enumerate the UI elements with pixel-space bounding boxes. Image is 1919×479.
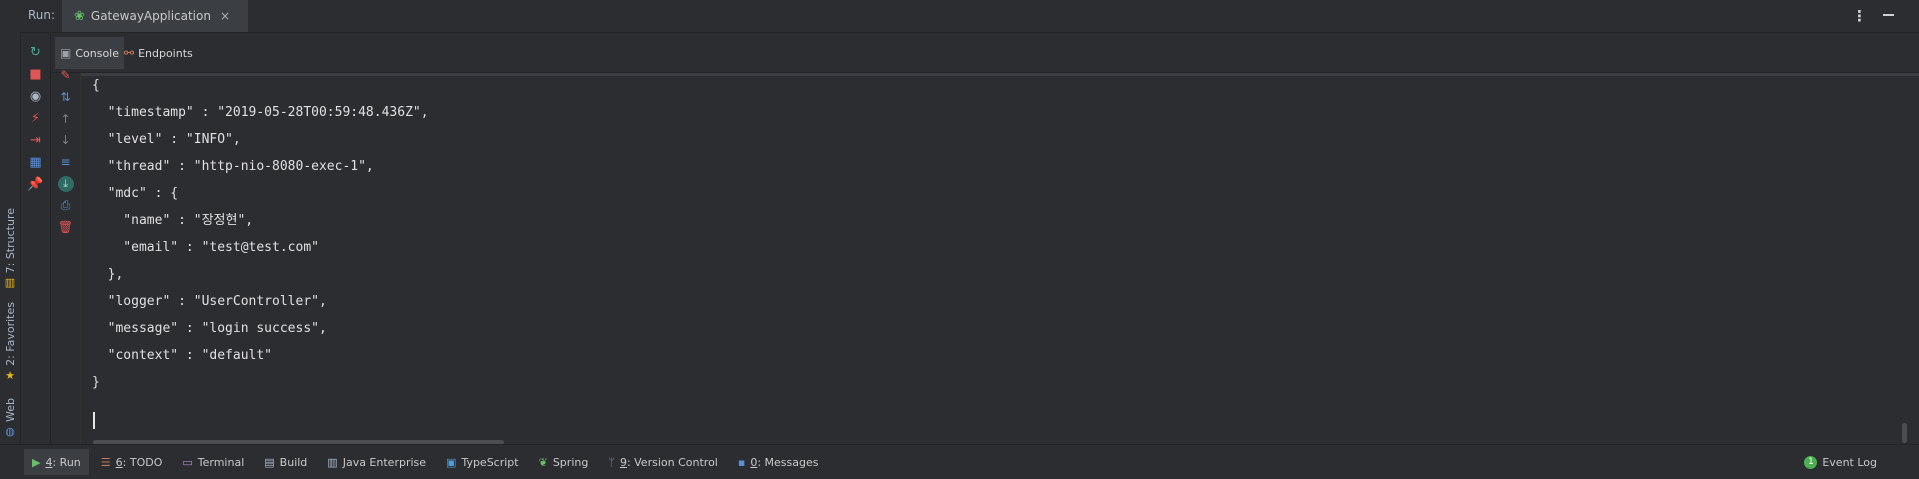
console-icon: ▣ bbox=[60, 46, 72, 60]
tool-button-label: : Run bbox=[52, 455, 81, 469]
more-options-icon[interactable]: ⋮ bbox=[1852, 7, 1867, 25]
soft-wrap-icon[interactable]: ≡ bbox=[51, 150, 80, 174]
run-config-tab[interactable]: ❀ GatewayApplication × bbox=[62, 0, 248, 32]
console-top-divider bbox=[81, 73, 1919, 76]
tool-button-label: Spring bbox=[552, 455, 589, 469]
console-line: "context" : "default" bbox=[92, 348, 273, 363]
endpoints-icon: ⚯ bbox=[124, 46, 135, 60]
run-label: Run: bbox=[28, 8, 56, 22]
print-icon[interactable]: ⎙ bbox=[51, 193, 80, 217]
layout-icon[interactable]: ▦ bbox=[21, 151, 50, 173]
text-caret bbox=[93, 412, 95, 429]
tool-button-label: Java Enterprise bbox=[342, 455, 427, 469]
minimize-icon[interactable] bbox=[1883, 14, 1894, 16]
tool-button-label: : Messages bbox=[757, 455, 819, 469]
console-line: "message" : "login success", bbox=[92, 321, 327, 336]
version-control-icon: ᛘ bbox=[608, 455, 615, 469]
event-log-button[interactable]: 1 Event Log bbox=[1796, 449, 1885, 475]
tool-button-mnemonic: 9 bbox=[619, 455, 627, 469]
java-enterprise-icon: ▥ bbox=[327, 455, 338, 469]
structure-icon: ▥ bbox=[4, 276, 16, 290]
structure-tab[interactable]: 7: Structure ▥ bbox=[0, 208, 20, 289]
left-tool-strip: 7: Structure ▥ 2: Favorites ★ Web ◍ bbox=[0, 0, 21, 444]
tool-button-label: : TODO bbox=[122, 455, 163, 469]
tool-button-label: Terminal bbox=[197, 455, 245, 469]
tool-button-mnemonic: 6 bbox=[115, 455, 123, 469]
exit-icon[interactable]: ⇥ bbox=[21, 129, 50, 151]
messages-icon: ▪ bbox=[737, 455, 746, 469]
tool-button-label: : Version Control bbox=[626, 455, 718, 469]
favorites-tab-label: 2: Favorites bbox=[3, 302, 17, 366]
run-icon: ▶ bbox=[32, 455, 41, 469]
console-line: } bbox=[92, 375, 100, 390]
console-subtabs: ▣ Console ⚯ Endpoints bbox=[51, 33, 1919, 73]
clear-brush-icon[interactable]: ✎ bbox=[51, 63, 80, 87]
console-output[interactable]: { "timestamp" : "2019-05-28T00:59:48.436… bbox=[81, 73, 1919, 444]
terminal-icon: ▭ bbox=[182, 455, 193, 469]
tool-button-label: TypeScript bbox=[461, 455, 519, 469]
tool-button-build[interactable]: ▤ Build bbox=[256, 449, 315, 475]
tool-button-todo[interactable]: ☰ 6: TODO bbox=[93, 449, 171, 475]
run-actions-toolbar: ↻ ■ ◉ ⚡ ⇥ ▦ 📌 bbox=[21, 33, 51, 444]
star-icon: ★ bbox=[5, 368, 15, 382]
console-line: "name" : "장정현", bbox=[92, 213, 254, 228]
close-icon[interactable]: × bbox=[220, 9, 230, 23]
tool-button-typescript[interactable]: ▣ TypeScript bbox=[438, 449, 527, 475]
spring-icon: ❦ bbox=[538, 455, 548, 469]
build-icon: ▤ bbox=[264, 455, 275, 469]
tab-console-label: Console bbox=[75, 46, 120, 60]
stop-icon[interactable]: ■ bbox=[21, 63, 50, 85]
tool-button-version-control[interactable]: ᛘ9: Version Control bbox=[600, 449, 726, 475]
spring-boot-icon: ❀ bbox=[74, 8, 85, 24]
console-line: "email" : "test@test.com" bbox=[92, 240, 319, 255]
tab-endpoints[interactable]: ⚯ Endpoints bbox=[119, 37, 198, 69]
run-config-tab-label: GatewayApplication bbox=[90, 9, 211, 23]
plug-icon[interactable]: ⚡ bbox=[21, 107, 50, 129]
sort-icon[interactable]: ⇅ bbox=[51, 85, 80, 109]
tool-button-java-enterprise[interactable]: ▥ Java Enterprise bbox=[319, 449, 434, 475]
tool-button-mnemonic: 0 bbox=[750, 455, 758, 469]
web-tab[interactable]: Web ◍ bbox=[0, 398, 20, 438]
console-line: "logger" : "UserController", bbox=[92, 294, 327, 309]
structure-tab-label: 7: Structure bbox=[3, 208, 17, 274]
console-gutter-toolbar: ✎ ⇅ ↑ ↓ ≡ ⤓ ⎙ 🗑 bbox=[51, 68, 81, 444]
console-line: }, bbox=[92, 267, 124, 282]
tool-button-run[interactable]: ▶ 4: Run bbox=[24, 449, 89, 475]
event-log-label: Event Log bbox=[1822, 455, 1877, 469]
tool-button-mnemonic: 4 bbox=[45, 455, 53, 469]
console-line: "thread" : "http-nio-8080-exec-1", bbox=[92, 159, 374, 174]
web-icon: ◍ bbox=[5, 424, 15, 438]
pin-icon[interactable]: 📌 bbox=[21, 173, 50, 195]
trash-icon[interactable]: 🗑 bbox=[51, 215, 80, 239]
vertical-scrollbar[interactable] bbox=[1902, 423, 1907, 443]
typescript-icon: ▣ bbox=[446, 455, 457, 469]
favorites-tab[interactable]: 2: Favorites ★ bbox=[0, 302, 20, 382]
down-arrow-icon[interactable]: ↓ bbox=[51, 128, 80, 152]
tool-button-terminal[interactable]: ▭ Terminal bbox=[174, 449, 252, 475]
todo-icon: ☰ bbox=[100, 455, 111, 469]
event-log-badge: 1 bbox=[1804, 455, 1818, 469]
tool-button-label: Build bbox=[279, 455, 308, 469]
rerun-icon[interactable]: ↻ bbox=[21, 41, 50, 63]
console-line: "level" : "INFO", bbox=[92, 132, 241, 147]
tool-window-bar: ▶ 4: Run ☰ 6: TODO ▭ Terminal ▤ Build ▥ Java Ente… bbox=[0, 444, 1919, 479]
camera-icon[interactable]: ◉ bbox=[21, 85, 50, 107]
console-line: "timestamp" : "2019-05-28T00:59:48.436Z"… bbox=[92, 105, 429, 120]
console-line: "mdc" : { bbox=[92, 186, 179, 201]
web-tab-label: Web bbox=[3, 398, 17, 422]
tool-button-messages[interactable]: ▪ 0: Messages bbox=[730, 449, 827, 475]
tab-endpoints-label: Endpoints bbox=[138, 46, 193, 60]
console-line: { bbox=[92, 78, 100, 93]
tool-button-spring[interactable]: ❦ Spring bbox=[531, 449, 597, 475]
run-window-header: Run: ❀ GatewayApplication × ⋮ bbox=[20, 0, 1919, 33]
